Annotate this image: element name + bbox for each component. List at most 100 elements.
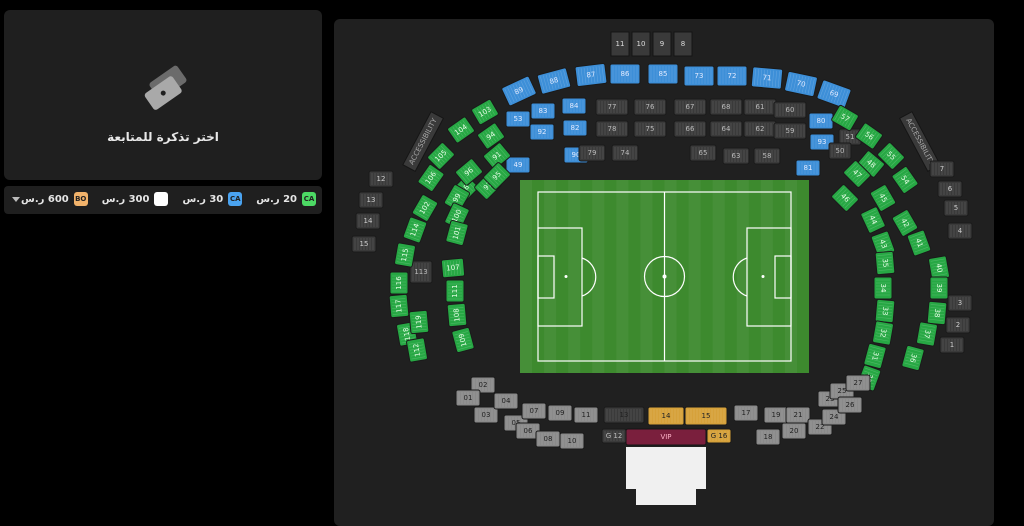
seat-section[interactable]: 50	[828, 142, 852, 160]
seat-section[interactable]: 63	[722, 147, 750, 165]
seat-section[interactable]: 6	[937, 180, 963, 198]
seat-section[interactable]: 57	[831, 104, 859, 132]
seat-section[interactable]: 59	[773, 122, 807, 140]
stadium-map-canvas[interactable]: 11 10 9 8898887 86 85 73 72 717069838492 82539049…	[334, 19, 994, 526]
seat-section[interactable]: 53	[505, 110, 531, 128]
seat-section[interactable]: 115	[394, 242, 416, 268]
seat-section[interactable]: 76	[633, 98, 667, 116]
seat-section[interactable]: 13	[603, 406, 645, 424]
seat-section[interactable]: 35	[874, 250, 896, 276]
seat-section[interactable]: 20	[781, 422, 807, 440]
seat-section[interactable]: 14	[355, 212, 381, 230]
seat-section[interactable]: 80	[808, 112, 834, 130]
legend-item[interactable]: BO 600 ر.س	[21, 192, 88, 206]
seat-section[interactable]: G 16	[706, 428, 732, 444]
seat-section[interactable]: 7	[929, 160, 955, 178]
seat-section[interactable]: 11	[573, 406, 599, 424]
seat-section[interactable]: 85	[647, 63, 679, 85]
seat-section[interactable]: 38	[926, 300, 948, 326]
seat-section[interactable]: 08	[535, 430, 561, 448]
seat-section[interactable]: 92	[529, 123, 555, 141]
seat-section[interactable]: 82	[562, 119, 588, 137]
seat-section[interactable]: 58	[753, 147, 781, 165]
seat-section[interactable]: 04	[493, 392, 519, 410]
seat-section[interactable]: 87	[574, 62, 608, 88]
seat-section[interactable]: 54	[891, 166, 919, 194]
seat-section[interactable]: 107	[440, 257, 466, 279]
seat-section[interactable]: 117	[388, 293, 410, 319]
seat-section[interactable]: 34	[873, 276, 893, 300]
seat-section[interactable]: 65	[689, 144, 717, 162]
seat-section[interactable]: 5	[943, 199, 969, 217]
seat-section[interactable]: 79	[578, 144, 606, 162]
seat-section[interactable]: 19	[763, 406, 789, 424]
seat-section[interactable]: 109	[451, 326, 475, 354]
seat-section[interactable]: 78	[595, 120, 629, 138]
seat-section[interactable]: 86	[609, 63, 641, 85]
seat-section[interactable]: 66	[673, 120, 707, 138]
seat-section[interactable]: 56	[855, 122, 883, 150]
chevron-down-icon[interactable]	[12, 197, 20, 202]
seat-section[interactable]: 114	[402, 216, 428, 244]
seat-section[interactable]: 77	[595, 98, 629, 116]
seat-section[interactable]: 15	[684, 406, 728, 426]
seat-section[interactable]: 73	[683, 65, 715, 87]
price-legend[interactable]: CA 20 ر.س CA 30 ر.س 300 ر.س BO 600 ر.س	[4, 186, 322, 214]
seat-section[interactable]: 60	[773, 101, 807, 119]
legend-item[interactable]: 300 ر.س	[102, 192, 169, 206]
seat-section[interactable]: 03	[473, 406, 499, 424]
seat-section[interactable]: 62	[743, 120, 777, 138]
stadium-map[interactable]: 11 10 9 8 89 88 87 86 85 73 72 71 70 69 83 84 92 82 53 90 49…	[334, 19, 994, 526]
seat-section[interactable]: 01	[455, 389, 481, 407]
seat-section[interactable]: 72	[716, 65, 748, 87]
seat-section[interactable]: 49	[505, 156, 531, 174]
seat-section[interactable]: 21	[785, 406, 811, 424]
seat-section[interactable]: 46	[831, 184, 859, 212]
seat-section[interactable]: 113	[409, 260, 433, 284]
seat-section[interactable]: 33	[874, 298, 896, 324]
seat-section[interactable]: 17	[733, 404, 759, 422]
seat-section[interactable]: 13	[358, 191, 384, 209]
legend-item[interactable]: CA 30 ر.س	[182, 192, 243, 206]
seat-section[interactable]: 108	[446, 302, 468, 328]
seat-section[interactable]: 61	[743, 98, 777, 116]
seat-section[interactable]: 104	[447, 116, 475, 144]
seat-section[interactable]: 111	[445, 279, 465, 303]
seat-section[interactable]: 75	[633, 120, 667, 138]
seat-section[interactable]: 32	[872, 320, 894, 346]
seat-section[interactable]: 69	[816, 79, 852, 109]
seat-section[interactable]: 84	[561, 97, 587, 115]
seat-section[interactable]: 103	[471, 98, 499, 126]
seat-section[interactable]: 27	[845, 374, 871, 392]
seat-section[interactable]: 37	[916, 321, 938, 347]
seat-section[interactable]: 18	[755, 428, 781, 446]
seat-section[interactable]: 12	[368, 170, 394, 188]
seat-section[interactable]: G 12	[601, 428, 627, 444]
seat-section[interactable]: 70	[784, 70, 818, 98]
seat-section[interactable]: 68	[709, 98, 743, 116]
legend-item[interactable]: CA 20 ر.س	[256, 192, 316, 206]
seat-section[interactable]: 71	[750, 66, 784, 90]
seat-section[interactable]: 89	[501, 75, 537, 107]
seat-section[interactable]: 36	[901, 344, 925, 372]
seat-section[interactable]: 88	[536, 67, 572, 95]
seat-section[interactable]: 116	[389, 271, 409, 295]
seat-section[interactable]: 14	[647, 406, 685, 426]
seat-section[interactable]: 102	[411, 194, 439, 222]
seat-section[interactable]: 10	[559, 432, 585, 450]
vip-section[interactable]: VIP	[625, 428, 707, 446]
box-section[interactable]: 8	[673, 31, 693, 57]
box-section[interactable]: 10	[631, 31, 651, 57]
seat-section[interactable]: 67	[673, 98, 707, 116]
seat-section[interactable]: 64	[709, 120, 743, 138]
seat-section[interactable]: 3	[947, 294, 973, 312]
seat-section[interactable]: 83	[530, 102, 556, 120]
seat-section[interactable]: 74	[611, 144, 639, 162]
seat-section[interactable]: 2	[945, 316, 971, 334]
seat-section[interactable]: 1	[939, 336, 965, 354]
seat-section[interactable]: 81	[795, 159, 821, 177]
seat-section[interactable]: 4	[947, 222, 973, 240]
seat-section[interactable]: 26	[837, 396, 863, 414]
box-section[interactable]: 9	[652, 31, 672, 57]
seat-section[interactable]: 09	[547, 404, 573, 422]
